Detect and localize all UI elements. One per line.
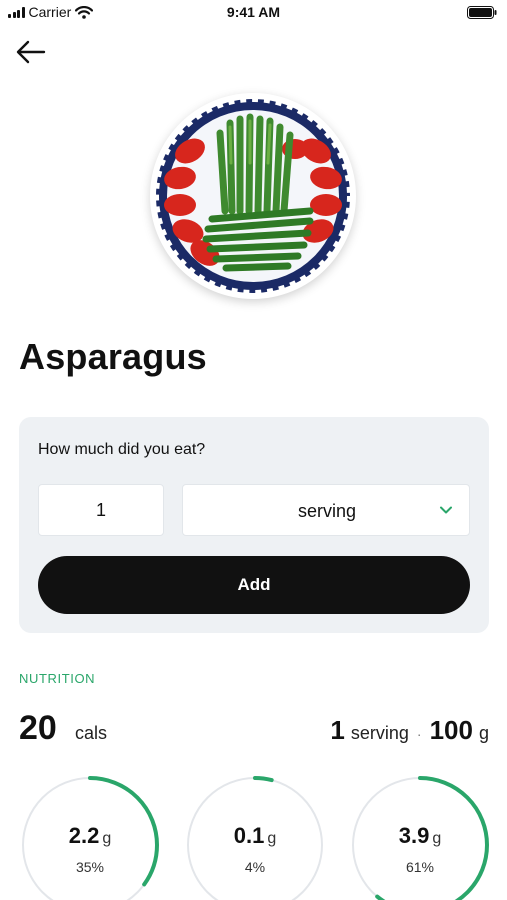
macro-percent: 35% xyxy=(75,859,105,875)
food-image xyxy=(150,93,356,299)
serving-info: 1 serving · 100 g xyxy=(330,715,489,746)
macro-value-wrap: 2.2 g xyxy=(20,823,160,849)
weight-unit: g xyxy=(478,723,489,743)
macro-ring: 0.1 g 4% xyxy=(185,775,325,900)
macro-value-wrap: 0.1 g xyxy=(185,823,325,849)
serving-label: serving xyxy=(350,723,409,743)
serving-count: 1 xyxy=(330,715,345,745)
quantity-question: How much did you eat? xyxy=(38,441,206,458)
macro-value: 2.2 xyxy=(68,823,100,848)
macro-value: 0.1 xyxy=(233,823,265,848)
clock: 9:41 AM xyxy=(226,4,281,20)
food-title: Asparagus xyxy=(19,336,207,377)
quantity-card: How much did you eat? 1 serving Add xyxy=(19,417,489,633)
macro-value-wrap: 3.9 g xyxy=(350,823,490,849)
macro-ring: 2.2 g 35% xyxy=(20,775,160,900)
status-bar: Carrier 9:41 AM xyxy=(0,0,507,26)
macro-unit: g xyxy=(267,830,277,847)
battery-icon xyxy=(467,6,497,19)
macro-unit: g xyxy=(432,830,442,847)
unit-select[interactable]: serving xyxy=(182,484,470,536)
back-button[interactable] xyxy=(14,38,48,66)
nutrition-section-label: NUTRITION xyxy=(19,671,96,686)
separator-dot: · xyxy=(416,726,422,742)
macro-ring: 3.9 g 61% xyxy=(350,775,490,900)
chevron-down-icon xyxy=(440,506,452,514)
macro-percent: 4% xyxy=(244,859,266,875)
calories-value: 20 xyxy=(19,709,57,747)
macro-unit: g xyxy=(102,830,112,847)
macro-value: 3.9 xyxy=(398,823,430,848)
add-button[interactable]: Add xyxy=(38,556,470,614)
amount-input[interactable]: 1 xyxy=(38,484,164,536)
weight-value: 100 xyxy=(429,715,473,745)
macro-percent: 61% xyxy=(405,859,435,875)
arrow-left-icon xyxy=(16,40,46,64)
calories-unit: cals xyxy=(75,723,108,743)
calories-row: 20 cals 1 serving · 100 g xyxy=(19,708,489,752)
unit-select-value: serving xyxy=(297,501,357,521)
